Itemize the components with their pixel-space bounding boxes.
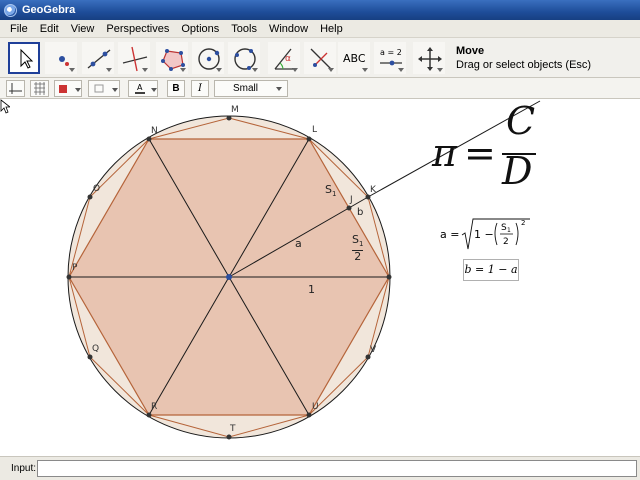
move-tool-button[interactable]	[8, 42, 40, 74]
axes-icon	[9, 83, 22, 94]
point-label-k: K	[370, 185, 376, 195]
font-size-value: Small	[233, 83, 259, 94]
menu-bar: File Edit View Perspectives Options Tool…	[0, 20, 640, 38]
angle-tool-button[interactable]: α	[268, 42, 300, 74]
title-bar: GeoGebra	[0, 0, 640, 20]
svg-text:a =: a =	[440, 228, 459, 241]
segment-label-a: a	[295, 237, 302, 250]
point-label-o: O	[93, 184, 101, 194]
point-label-r: R	[151, 402, 158, 412]
mouse-cursor-icon	[0, 99, 10, 114]
a-formula-glyphs: a = 1 − S 1 2 2	[440, 218, 530, 250]
tool-help: Move Drag or select objects (Esc)	[456, 45, 591, 71]
color-swatch-icon	[59, 85, 67, 93]
color-picker-button[interactable]	[54, 80, 82, 97]
pi-symbol: π	[432, 131, 457, 175]
graphics-view[interactable]: M N L O K J P Q V R U T S1 b a S1 2 1 π …	[0, 99, 640, 456]
menu-edit[interactable]: Edit	[34, 23, 65, 35]
polygon-tool-button[interactable]	[156, 42, 188, 74]
b-formula[interactable]: b = 1 − a	[463, 259, 519, 281]
point-tool-button[interactable]	[45, 42, 77, 74]
line-tool-button[interactable]	[82, 42, 114, 74]
perpendicular-tool-button[interactable]	[118, 42, 150, 74]
grid-toggle-button[interactable]	[30, 80, 49, 97]
point-label-u: U	[312, 402, 319, 412]
text-tool-label: ABC	[343, 52, 366, 65]
style-bar: A B I Small	[0, 78, 640, 99]
pi-equals: =	[464, 131, 496, 175]
point-label-t: T	[230, 424, 236, 434]
point-label-m: M	[231, 105, 239, 115]
italic-button[interactable]: I	[191, 80, 209, 97]
menu-tools[interactable]: Tools	[225, 23, 263, 35]
tool-help-description: Drag or select objects (Esc)	[456, 59, 592, 71]
slider-tool-button[interactable]: a = 2	[374, 42, 406, 74]
svg-text:2: 2	[521, 219, 525, 227]
reflect-tool-button[interactable]	[304, 42, 336, 74]
point-style-icon	[94, 84, 104, 93]
svg-text:A: A	[137, 83, 143, 92]
menu-file[interactable]: File	[4, 23, 34, 35]
input-label: Input:	[11, 463, 37, 474]
text-tool-button[interactable]: ABC	[338, 42, 370, 74]
point-label-v: V	[370, 345, 377, 355]
circle-tool-button[interactable]	[192, 42, 224, 74]
menu-options[interactable]: Options	[175, 23, 225, 35]
svg-text:2: 2	[503, 237, 509, 247]
window-title: GeoGebra	[22, 4, 76, 16]
svg-text:1 −: 1 −	[474, 228, 494, 241]
point-label-p: P	[72, 263, 78, 273]
pi-formula[interactable]: π = C D	[430, 99, 550, 193]
arrow-pointer-icon	[20, 48, 34, 69]
a-formula[interactable]: a = 1 − S 1 2 2	[440, 215, 540, 255]
circle-three-points-tool-button[interactable]	[228, 42, 260, 74]
point-label-q: Q	[92, 344, 100, 354]
bold-button[interactable]: B	[167, 80, 185, 97]
svg-text:α: α	[285, 54, 291, 64]
menu-view[interactable]: View	[65, 23, 101, 35]
geogebra-logo-icon	[4, 3, 17, 17]
svg-text:1: 1	[507, 227, 511, 234]
grid-icon	[34, 82, 45, 95]
point-label-l: L	[312, 125, 318, 135]
menu-help[interactable]: Help	[314, 23, 349, 35]
move-graphics-tool-button[interactable]	[413, 42, 445, 74]
point-label-n: N	[151, 126, 158, 136]
segment-label-b: b	[357, 207, 364, 218]
segment-label-one: 1	[308, 283, 315, 296]
menu-perspectives[interactable]: Perspectives	[100, 23, 175, 35]
text-color-icon: A	[135, 83, 145, 94]
axes-toggle-button[interactable]	[6, 80, 25, 97]
point-label-j: J	[350, 195, 353, 205]
menu-window[interactable]: Window	[263, 23, 314, 35]
center-point[interactable]	[226, 274, 232, 280]
input-bar: Input:	[0, 456, 640, 480]
pi-numerator: C	[506, 99, 536, 143]
pi-denominator: D	[502, 149, 533, 193]
line-style-button[interactable]	[88, 80, 120, 97]
font-size-select[interactable]: Small	[214, 80, 288, 97]
tool-help-name: Move	[456, 45, 485, 57]
segment-label-s1: S1	[325, 183, 337, 199]
text-color-button[interactable]: A	[128, 80, 158, 97]
segment-label-half-s1: S1 2	[352, 233, 364, 264]
input-field[interactable]	[37, 460, 637, 477]
